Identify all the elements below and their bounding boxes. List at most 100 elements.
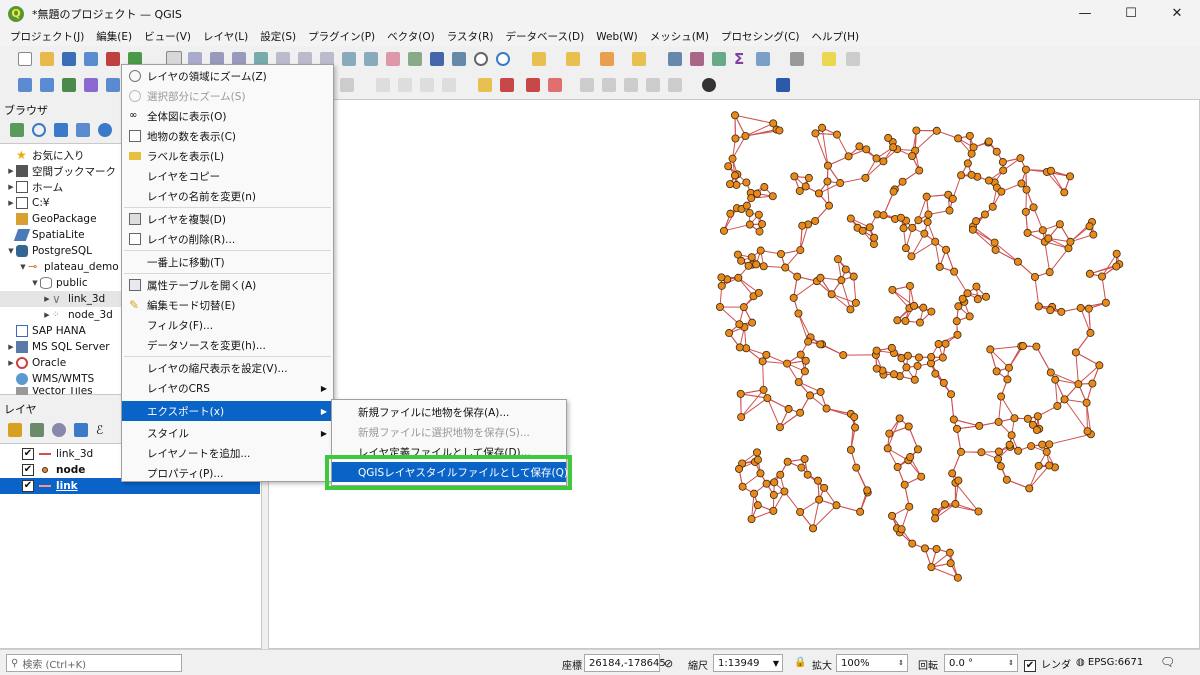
rotation-spinbox[interactable]: 0.0 ° ⇕ xyxy=(944,654,1018,672)
menu-toggle-editing[interactable]: ✎ 編集モード切替(E) xyxy=(122,295,333,315)
messages-icon[interactable]: 🗨 xyxy=(1160,655,1175,669)
add-vector-layer-icon[interactable] xyxy=(40,78,54,92)
menu-processing[interactable]: プロセシング(C) xyxy=(715,29,806,44)
menu-database[interactable]: データベース(D) xyxy=(499,29,590,44)
menu-set-scale-visibility[interactable]: レイヤの縮尺表示を設定(V)... xyxy=(122,358,333,378)
bookmark-new-icon[interactable] xyxy=(430,52,444,66)
menu-styles[interactable]: スタイル ▶ xyxy=(122,423,333,443)
maximize-button[interactable]: ☐ xyxy=(1108,0,1154,27)
move-label-icon[interactable] xyxy=(580,78,594,92)
menu-view[interactable]: ビュー(V) xyxy=(138,29,197,44)
checkbox-icon[interactable] xyxy=(129,130,141,142)
browser-item-vector-tiles[interactable]: Vector Tiles xyxy=(6,387,93,395)
browser-item-wms[interactable]: WMS/WMTS xyxy=(6,371,94,387)
menu-plugins[interactable]: プラグイン(P) xyxy=(302,29,381,44)
browser-item-favorites[interactable]: ★ お気に入り xyxy=(6,147,85,163)
crs-button[interactable]: ◍ EPSG:6671 xyxy=(1076,657,1143,668)
menu-rename-layer[interactable]: レイヤの名前を変更(n) xyxy=(122,186,333,206)
menu-settings[interactable]: 設定(S) xyxy=(254,29,302,44)
filter-expression-icon[interactable]: ℰ xyxy=(96,423,110,437)
browser-item-bookmarks[interactable]: ▶ 空間ブックマーク xyxy=(6,163,116,179)
deselect-icon[interactable] xyxy=(600,52,614,66)
browser-item-c-drive[interactable]: ▶ C:¥ xyxy=(6,195,50,211)
layer-checkbox[interactable]: ✔ xyxy=(22,480,34,492)
render-checkbox[interactable]: ✔ xyxy=(1024,660,1036,672)
scale-combobox[interactable]: 1:13949 ▼ xyxy=(713,654,783,672)
redo-icon[interactable] xyxy=(442,78,456,92)
zoom-next-icon[interactable] xyxy=(364,52,378,66)
menu-zoom-to-selection[interactable]: 選択部分にズーム(S) xyxy=(122,86,333,106)
browser-item-home[interactable]: ▶ ホーム xyxy=(6,179,63,195)
browser-item-plateau-demo[interactable]: ▼ ⊸ plateau_demo xyxy=(18,259,118,275)
identify-icon[interactable] xyxy=(668,52,682,66)
menu-layer[interactable]: レイヤ(L) xyxy=(197,29,254,44)
select-by-value-icon[interactable] xyxy=(566,52,580,66)
paste-icon[interactable] xyxy=(398,78,412,92)
menu-change-data-source[interactable]: データソースを変更(h)... xyxy=(122,335,333,355)
cut-icon[interactable] xyxy=(340,78,354,92)
browser-item-node-3d[interactable]: ▶ ⁘ node_3d xyxy=(42,307,113,323)
new-map-view-icon[interactable] xyxy=(386,52,400,66)
select-features-icon[interactable] xyxy=(532,52,546,66)
filter-legend-icon[interactable] xyxy=(74,423,88,437)
map-canvas[interactable] xyxy=(268,99,1200,649)
menu-show-labels[interactable]: ラベルを表示(L) xyxy=(122,146,333,166)
style-panel-icon[interactable] xyxy=(8,423,22,437)
zoom-last-icon[interactable] xyxy=(342,52,356,66)
menu-web[interactable]: Web(W) xyxy=(590,31,643,43)
menu-project[interactable]: プロジェクト(J) xyxy=(4,29,90,44)
collapse-all-icon[interactable] xyxy=(76,123,90,137)
processing-toolbox-icon[interactable] xyxy=(712,52,726,66)
browser-item-spatialite[interactable]: SpatiaLite xyxy=(6,227,85,243)
browser-item-mssql[interactable]: ▶ MS SQL Server xyxy=(6,339,110,355)
minimize-button[interactable]: — xyxy=(1062,0,1108,27)
menu-raster[interactable]: ラスタ(R) xyxy=(441,29,500,44)
magnifier-spinbox[interactable]: 100% ⇕ xyxy=(836,654,908,672)
map-tips-icon[interactable] xyxy=(822,52,836,66)
diagram-icon[interactable] xyxy=(668,78,682,92)
menu-properties[interactable]: プロパティ(P)... xyxy=(122,463,333,483)
copy-icon[interactable] xyxy=(376,78,390,92)
new-project-icon[interactable] xyxy=(18,52,32,66)
settings-gear-icon[interactable] xyxy=(846,52,860,66)
change-label-icon[interactable] xyxy=(624,78,638,92)
menu-filter[interactable]: フィルタ(F)... xyxy=(122,315,333,335)
menu-move-to-top[interactable]: 一番上に移動(T) xyxy=(122,252,333,272)
menu-zoom-to-layer[interactable]: レイヤの領域にズーム(Z) xyxy=(122,66,333,86)
save-project-icon[interactable] xyxy=(62,52,76,66)
menu-remove-layer[interactable]: レイヤの削除(R)... xyxy=(122,229,333,249)
locator-search-input[interactable]: ⚲ 検索 (Ctrl+K) xyxy=(6,654,182,672)
show-labels-icon[interactable] xyxy=(548,78,562,92)
lock-scale-icon[interactable]: 🔒 xyxy=(794,657,806,668)
pin-labels-icon[interactable] xyxy=(500,78,514,92)
menu-open-attribute-table[interactable]: 属性テーブルを開く(A) xyxy=(122,275,333,295)
coordinate-field[interactable]: 26184,-178645 xyxy=(584,654,666,672)
browser-item-public[interactable]: ▼ public xyxy=(30,275,88,291)
clock-icon[interactable] xyxy=(474,52,488,66)
browser-item-sap-hana[interactable]: SAP HANA xyxy=(6,323,86,339)
label-tool-icon[interactable] xyxy=(478,78,492,92)
add-layer-icon[interactable] xyxy=(106,78,120,92)
statistics-icon[interactable]: Σ xyxy=(734,50,748,68)
add-vector-tile-icon[interactable] xyxy=(62,78,76,92)
properties-info-icon[interactable] xyxy=(98,123,112,137)
menu-copy-layer[interactable]: レイヤをコピー xyxy=(122,166,333,186)
menu-add-layer-notes[interactable]: レイヤノートを追加... xyxy=(122,443,333,463)
attribute-table-icon[interactable] xyxy=(690,52,704,66)
add-group-icon[interactable] xyxy=(30,423,44,437)
measure-icon[interactable] xyxy=(756,52,770,66)
select-location-icon[interactable] xyxy=(632,52,646,66)
show-bookmarks-icon[interactable] xyxy=(452,52,466,66)
layer-checkbox[interactable]: ✔ xyxy=(22,464,34,476)
close-button[interactable]: ✕ xyxy=(1154,0,1200,27)
add-selected-layers-icon[interactable] xyxy=(10,123,24,137)
rotate-label-icon[interactable] xyxy=(602,78,616,92)
digitize-icon[interactable] xyxy=(84,78,98,92)
data-source-manager-icon[interactable] xyxy=(18,78,32,92)
layer-checkbox[interactable]: ✔ xyxy=(22,448,34,460)
submenu-save-selected-features-as[interactable]: 新規ファイルに選択地物を保存(S)... xyxy=(332,422,566,442)
undo-icon[interactable] xyxy=(420,78,434,92)
refresh-browser-icon[interactable] xyxy=(32,123,46,137)
layer-item-node[interactable]: ✔ node xyxy=(22,462,85,478)
submenu-save-features-as[interactable]: 新規ファイルに地物を保存(A)... xyxy=(332,402,566,422)
